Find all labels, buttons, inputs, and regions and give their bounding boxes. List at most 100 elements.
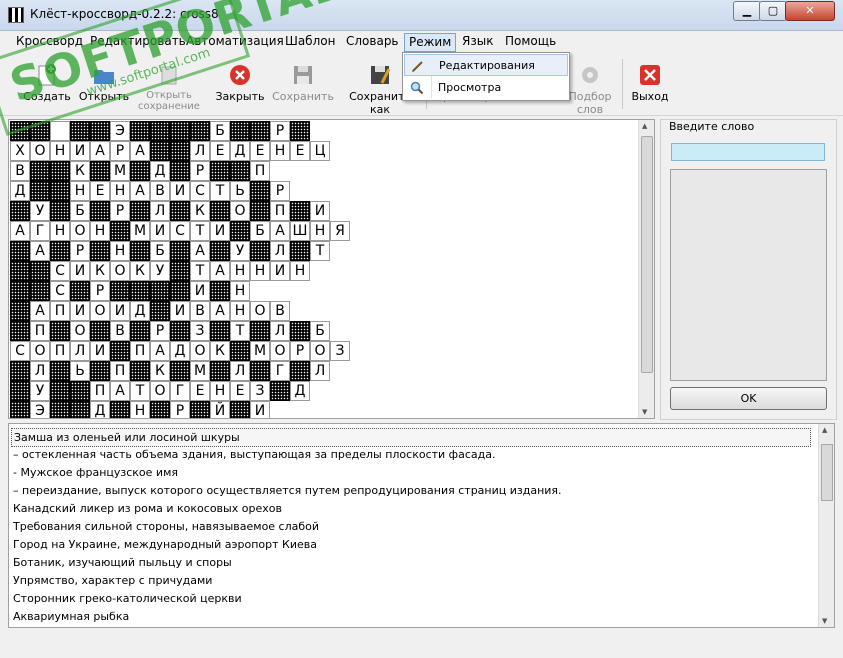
crossword-cell[interactable]: Б xyxy=(250,221,270,241)
crossword-black-cell[interactable] xyxy=(130,361,150,381)
word-input[interactable] xyxy=(671,143,825,161)
crossword-cell[interactable]: Л xyxy=(30,361,50,381)
crossword-black-cell[interactable] xyxy=(90,361,110,381)
scroll-up-icon[interactable]: ▲ xyxy=(642,122,647,130)
crossword-cell[interactable]: Е xyxy=(90,181,110,201)
crossword-cell[interactable]: Ь xyxy=(70,361,90,381)
crossword-cell[interactable]: Е xyxy=(250,141,270,161)
minimize-button[interactable]: ▁ xyxy=(733,1,761,21)
crossword-cell[interactable]: И xyxy=(310,201,330,221)
menu-item-view-mode[interactable]: Просмотра xyxy=(404,77,568,99)
crossword-cell[interactable]: Т xyxy=(210,181,230,201)
crossword-cell[interactable]: О xyxy=(230,201,250,221)
crossword-black-cell[interactable] xyxy=(210,161,230,181)
crossword-cell[interactable]: Б xyxy=(310,321,330,341)
clue-item[interactable]: Упрямство, характер с причудами xyxy=(13,572,212,589)
word-selection-button[interactable]: Подбор слов xyxy=(562,59,618,116)
crossword-black-cell[interactable] xyxy=(30,261,50,281)
crossword-cell[interactable]: В xyxy=(270,301,290,321)
crossword-cell[interactable]: Т xyxy=(130,381,150,401)
crossword-cell[interactable]: К xyxy=(210,341,230,361)
crossword-black-cell[interactable] xyxy=(130,281,150,301)
crossword-black-cell[interactable] xyxy=(10,261,30,281)
maximize-button[interactable]: ▢ xyxy=(759,1,787,21)
crossword-cell[interactable]: И xyxy=(90,341,110,361)
crossword-cell[interactable]: А xyxy=(130,141,150,161)
crossword-black-cell[interactable] xyxy=(250,201,270,221)
crossword-cell[interactable]: Е xyxy=(190,381,210,401)
crossword-cell[interactable]: М xyxy=(250,341,270,361)
crossword-black-cell[interactable] xyxy=(130,201,150,221)
crossword-black-cell[interactable] xyxy=(50,181,70,201)
crossword-cell[interactable]: Б xyxy=(70,201,90,221)
crossword-cell[interactable]: Д xyxy=(170,341,190,361)
crossword-cell[interactable]: Л xyxy=(190,141,210,161)
crossword-cell[interactable]: Э xyxy=(30,401,50,418)
crossword-cell[interactable]: З xyxy=(330,341,350,361)
crossword-black-cell[interactable] xyxy=(50,321,70,341)
crossword-cell[interactable]: П xyxy=(90,381,110,401)
crossword-cell[interactable]: Н xyxy=(270,141,290,161)
crossword-black-cell[interactable] xyxy=(250,321,270,341)
clue-item[interactable]: Ботаник, изучающий пыльцу и споры xyxy=(13,554,232,571)
crossword-cell[interactable]: Е xyxy=(230,381,250,401)
crossword-black-cell[interactable] xyxy=(90,241,110,261)
crossword-cell[interactable]: Н xyxy=(130,401,150,418)
crossword-black-cell[interactable] xyxy=(250,241,270,261)
crossword-cell[interactable]: У xyxy=(30,201,50,221)
crossword-cell[interactable]: Н xyxy=(310,221,330,241)
crossword-cell[interactable]: Г xyxy=(30,221,50,241)
crossword-cell[interactable]: К xyxy=(130,261,150,281)
crossword-cell[interactable]: У xyxy=(150,261,170,281)
exit-button[interactable]: Выход xyxy=(626,59,674,111)
crossword-cell[interactable]: Н xyxy=(210,381,230,401)
crossword-black-cell[interactable] xyxy=(130,161,150,181)
word-suggestions-list[interactable] xyxy=(670,169,827,381)
crossword-black-cell[interactable] xyxy=(50,381,70,401)
menu-dictionary[interactable]: Словарь xyxy=(342,33,403,50)
crossword-cell[interactable]: И xyxy=(250,401,270,418)
crossword-black-cell[interactable] xyxy=(230,221,250,241)
crossword-cell[interactable]: Р xyxy=(290,341,310,361)
crossword-black-cell[interactable] xyxy=(190,121,210,141)
crossword-black-cell[interactable] xyxy=(170,361,190,381)
crossword-cell[interactable]: Э xyxy=(110,121,130,141)
crossword-cell[interactable]: А xyxy=(110,381,130,401)
crossword-cell[interactable]: Т xyxy=(190,221,210,241)
crossword-cell[interactable]: Р xyxy=(90,281,110,301)
clue-item[interactable]: Город на Украине, международный аэропорт… xyxy=(13,536,317,553)
menu-crossword[interactable]: Кроссворд xyxy=(12,33,87,50)
crossword-black-cell[interactable] xyxy=(110,401,130,418)
menu-item-edit-mode[interactable]: Редактирования xyxy=(404,54,568,76)
crossword-black-cell[interactable] xyxy=(10,401,30,418)
crossword-grid[interactable]: ЭБРХОНИАРАЛЕДЕНЕЦВКМДРПДНЕНАВИСТЬРУБРЛКО… xyxy=(10,121,350,418)
crossword-cell[interactable]: Н xyxy=(70,181,90,201)
crossword-black-cell[interactable] xyxy=(90,201,110,221)
crossword-black-cell[interactable] xyxy=(190,401,210,418)
crossword-cell[interactable]: Ц xyxy=(310,141,330,161)
crossword-black-cell[interactable] xyxy=(10,241,30,261)
scroll-down-icon[interactable]: ▼ xyxy=(822,617,827,625)
crossword-cell[interactable]: П xyxy=(130,341,150,361)
crossword-cell[interactable]: П xyxy=(250,161,270,181)
crossword-cell[interactable]: Н xyxy=(250,261,270,281)
crossword-black-cell[interactable] xyxy=(50,361,70,381)
crossword-cell[interactable]: И xyxy=(70,261,90,281)
ok-button[interactable]: OK xyxy=(670,387,827,410)
crossword-cell[interactable]: Б xyxy=(210,121,230,141)
crossword-black-cell[interactable] xyxy=(230,161,250,181)
crossword-cell[interactable]: С xyxy=(190,181,210,201)
crossword-cell[interactable]: Л xyxy=(270,241,290,261)
crossword-cell[interactable]: З xyxy=(250,381,270,401)
crossword-cell[interactable]: О xyxy=(250,301,270,321)
crossword-black-cell[interactable] xyxy=(210,201,230,221)
scrollbar-thumb[interactable] xyxy=(641,136,653,373)
crossword-cell[interactable]: А xyxy=(190,241,210,261)
crossword-black-cell[interactable] xyxy=(290,241,310,261)
crossword-black-cell[interactable] xyxy=(10,121,30,141)
crossword-black-cell[interactable] xyxy=(50,161,70,181)
crossword-black-cell[interactable] xyxy=(50,241,70,261)
crossword-cell[interactable]: Н xyxy=(110,181,130,201)
crossword-cell[interactable]: М xyxy=(110,161,130,181)
crossword-black-cell[interactable] xyxy=(70,401,90,418)
